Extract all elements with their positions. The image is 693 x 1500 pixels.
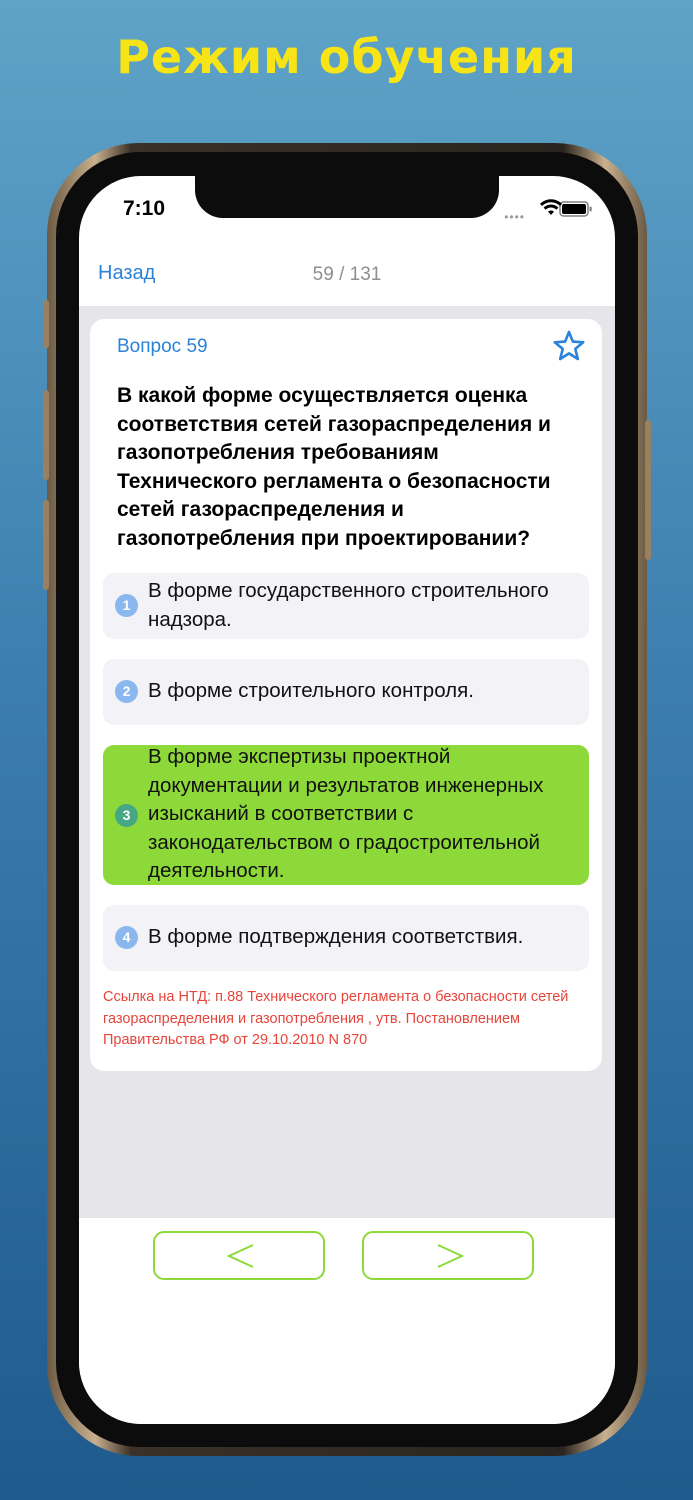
answer-text: В форме подтверждения соответствия. <box>148 925 524 948</box>
answer-number-badge: 4 <box>115 926 138 949</box>
answer-option-3[interactable]: 3 В форме экспертизы проектной документа… <box>103 745 589 885</box>
promo-headline: Режим обучения <box>116 30 577 84</box>
signal-dots-icon: •••• <box>504 210 525 224</box>
answer-option-2[interactable]: 2 В форме строительного контроля. <box>103 659 589 725</box>
answer-number-badge: 1 <box>115 594 138 617</box>
question-text: В какой форме осуществляется оценка соот… <box>117 384 551 550</box>
question-counter: 59 / 131 <box>312 264 382 285</box>
answer-number-badge: 3 <box>115 804 138 827</box>
notch <box>195 176 499 218</box>
answer-option-4[interactable]: 4 В форме подтверждения соответствия. <box>103 905 589 971</box>
answer-text: В форме государственного строительного н… <box>148 579 549 631</box>
previous-question-button[interactable] <box>153 1231 325 1280</box>
question-card: Вопрос 59 В какой форме осуществляется о… <box>90 319 602 1071</box>
answer-text: В форме экспертизы проектной документаци… <box>148 745 544 882</box>
answer-number-badge: 2 <box>115 680 138 703</box>
question-number-label: Вопрос 59 <box>117 336 208 357</box>
answer-text: В форме строительного контроля. <box>148 679 474 702</box>
mute-switch <box>43 300 49 348</box>
volume-down-button <box>43 500 49 590</box>
power-button <box>645 420 651 560</box>
reference-note: Ссылка на НТД: п.88 Технического регламе… <box>103 989 569 1048</box>
volume-up-button <box>43 390 49 480</box>
star-outline-icon[interactable] <box>552 329 586 363</box>
chevron-left-icon <box>226 1244 254 1268</box>
answer-option-1[interactable]: 1 В форме государственного строительного… <box>103 573 589 639</box>
battery-icon <box>559 201 592 217</box>
phone-screen: 7:10 •••• Назад 59 / 131 Вопрос 59 В как… <box>79 176 615 1424</box>
next-question-button[interactable] <box>362 1231 534 1280</box>
status-time: 7:10 <box>123 197 166 220</box>
chevron-right-icon <box>437 1244 465 1268</box>
